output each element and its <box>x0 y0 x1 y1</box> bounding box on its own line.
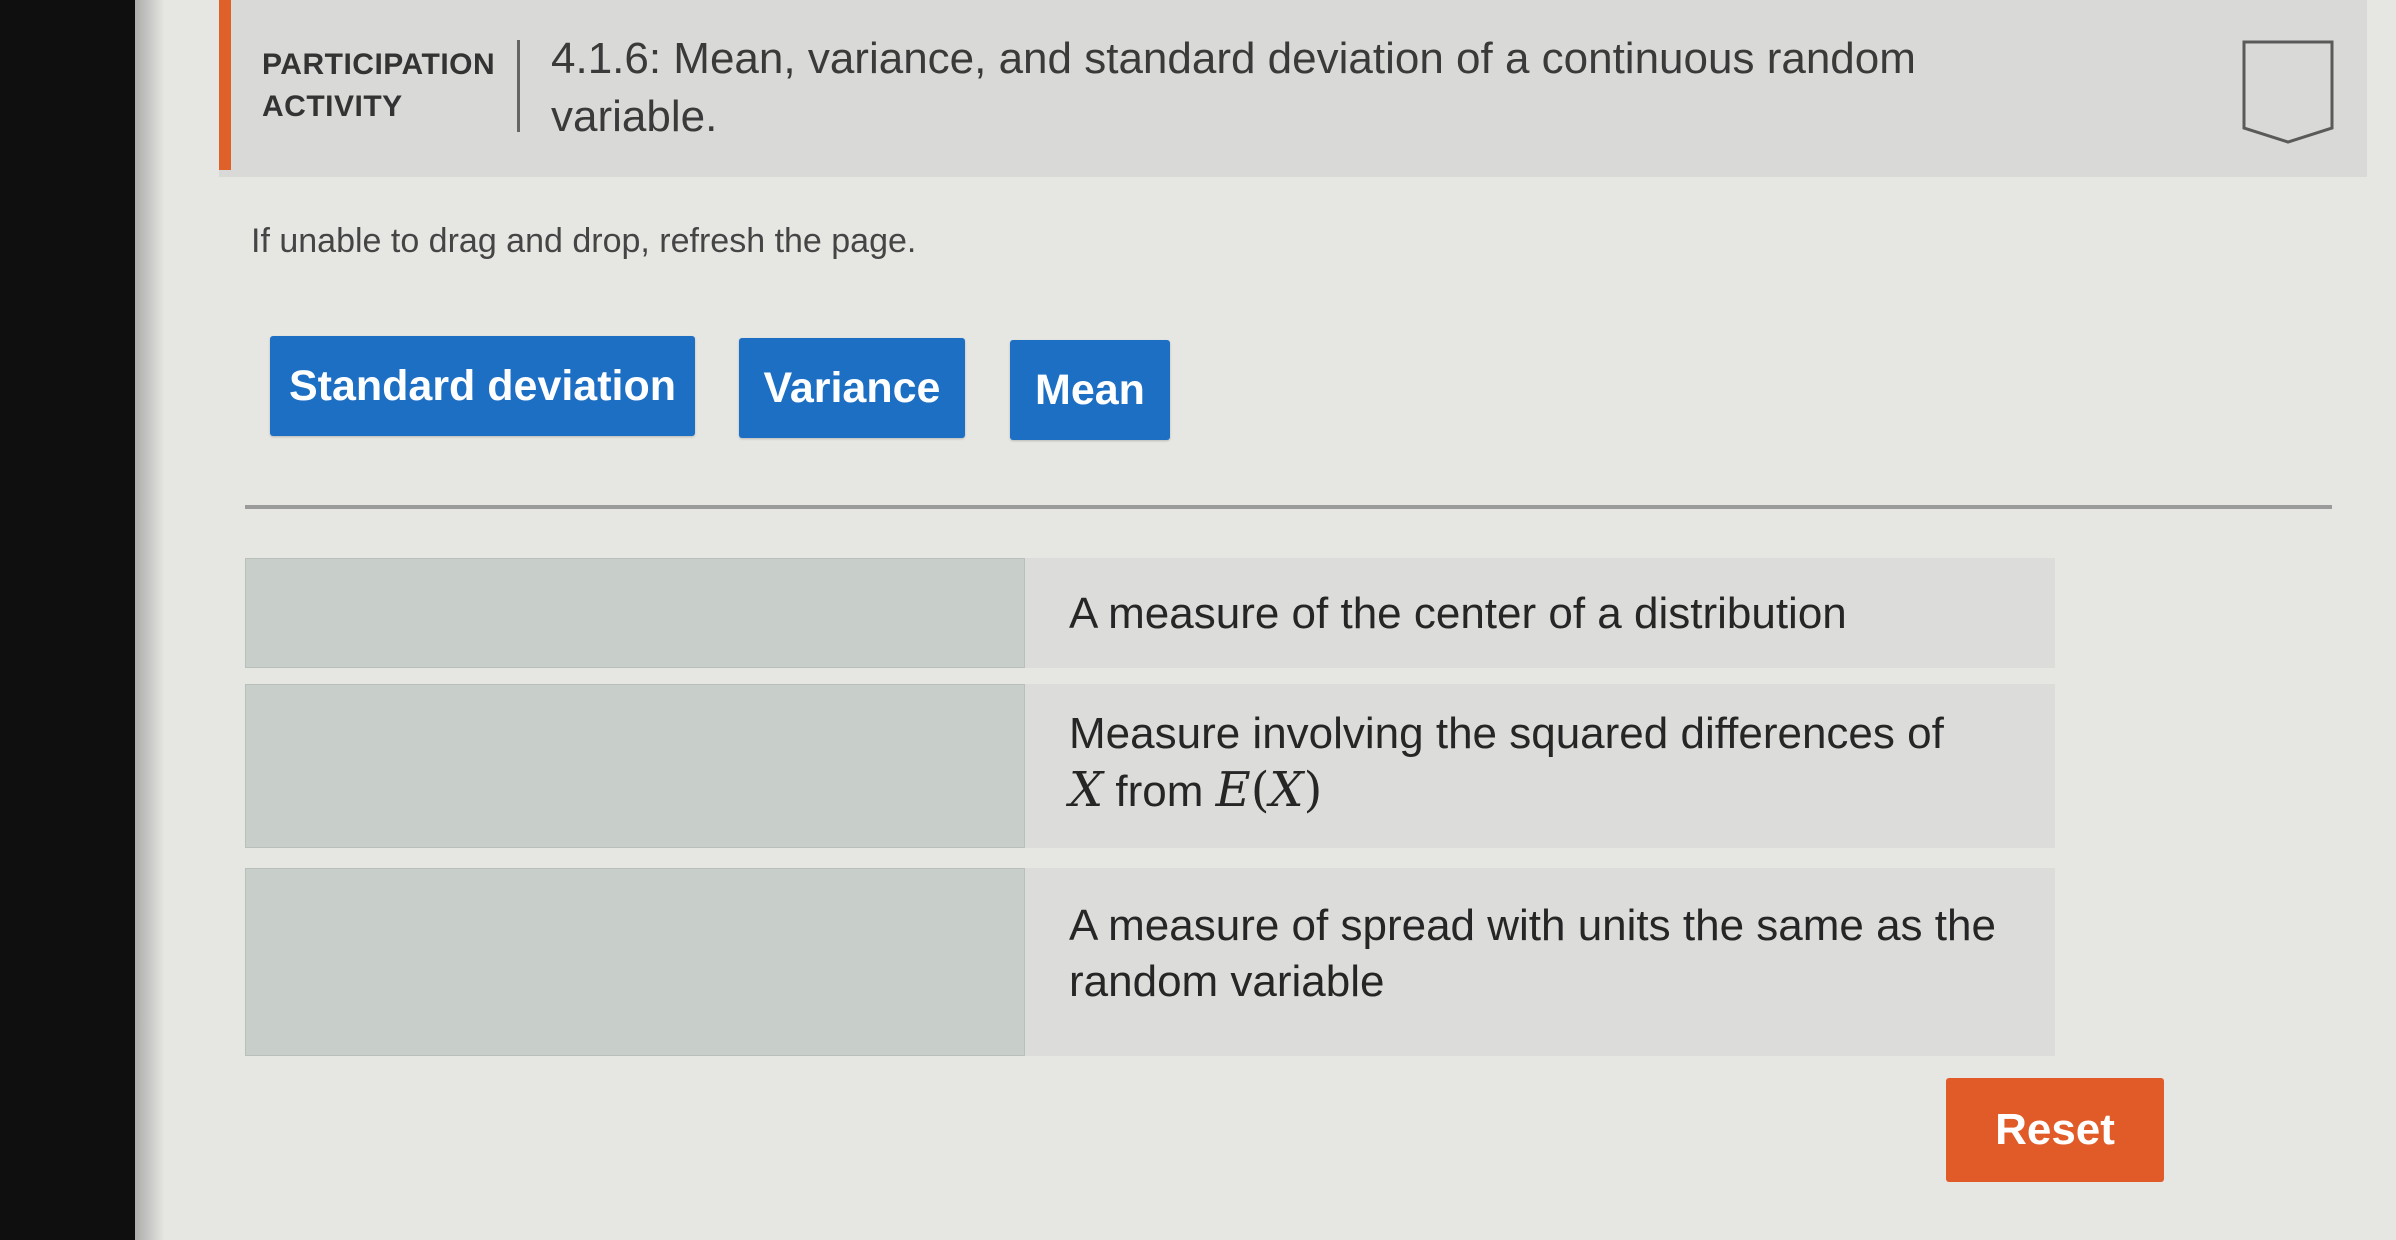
term-mean[interactable]: Mean <box>1010 340 1170 440</box>
math-expectation-x: X <box>1269 762 1304 818</box>
drag-drop-instructions: If unable to drag and drop, refresh the … <box>251 222 917 260</box>
match-row: A measure of spread with units the same … <box>245 868 2055 1056</box>
match-row: Measure involving the squared difference… <box>245 684 2055 848</box>
header-divider <box>517 40 520 132</box>
math-paren-open: ( <box>1250 762 1270 818</box>
match-row: A measure of the center of a distributio… <box>245 558 2055 668</box>
drop-zone-3[interactable] <box>245 868 1025 1056</box>
header-accent-bar <box>219 0 231 170</box>
term-standard-deviation[interactable]: Standard deviation <box>270 336 695 436</box>
math-expectation-e: E <box>1215 762 1251 818</box>
activity-label: ACTIVITY <box>262 90 403 123</box>
term-variance[interactable]: Variance <box>739 338 965 438</box>
drop-zone-1[interactable] <box>245 558 1025 668</box>
drop-zone-2[interactable] <box>245 684 1025 848</box>
definition-1: A measure of the center of a distributio… <box>1025 558 2055 668</box>
participation-activity-label: PARTICIPATION ACTIVITY <box>262 44 496 128</box>
definition-3-text: A measure of spread with units the same … <box>1069 901 1996 1006</box>
definition-2: Measure involving the squared difference… <box>1025 684 2055 848</box>
activity-content: PARTICIPATION ACTIVITY 4.1.6: Mean, vari… <box>135 0 2396 1240</box>
bookmark-icon[interactable] <box>2242 40 2334 144</box>
definition-2-from: from <box>1115 767 1204 816</box>
definition-1-text: A measure of the center of a distributio… <box>1069 589 1847 638</box>
definition-2-text: Measure involving the squared difference… <box>1069 709 1944 758</box>
reset-button[interactable]: Reset <box>1946 1078 2164 1182</box>
activity-title: 4.1.6: Mean, variance, and standard devi… <box>551 34 1916 141</box>
math-variable-x: X <box>1069 762 1104 818</box>
definition-3: A measure of spread with units the same … <box>1025 868 2055 1056</box>
math-paren-close: ) <box>1303 762 1323 818</box>
participation-label: PARTICIPATION <box>262 48 496 81</box>
terms-separator <box>245 505 2332 509</box>
